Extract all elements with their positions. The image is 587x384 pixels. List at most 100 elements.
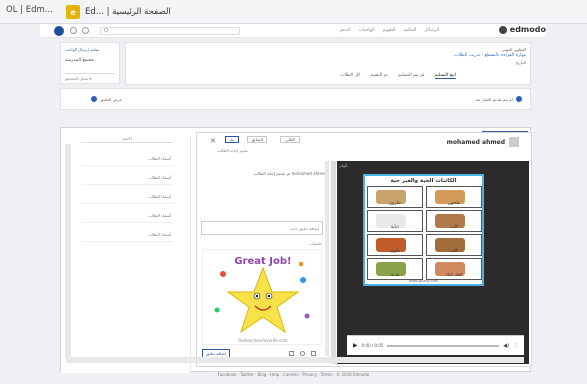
toggle-icon <box>91 96 97 102</box>
submission-tabs: كل الطلاب تم التقييم لم يتم التسليم اتبع… <box>340 73 457 79</box>
media-player: ▶ 0:00 / 0:05 ◀) ⋮ <box>347 335 524 355</box>
browser-tab-active[interactable]: e Ed... | الصفحة الرئيسية <box>66 3 171 21</box>
attach-icon[interactable] <box>289 351 294 356</box>
worksheet-cell: حلوى <box>367 234 423 256</box>
brand[interactable]: edmodo <box>498 25 546 34</box>
worksheet-cell-label: حلزون <box>388 201 402 206</box>
list-item[interactable]: أسماء الطلاب <box>81 171 173 185</box>
post-line-1: التطوير المهني <box>501 47 526 52</box>
sidebar-select-value: سجل المجتمع <box>65 76 89 81</box>
list-item[interactable]: أسماء الطلاب <box>81 209 173 223</box>
settings-icon[interactable] <box>82 27 89 34</box>
worksheet-title: الكائنات الحية والغير حية <box>390 178 457 184</box>
list-scrollbar[interactable] <box>65 144 71 359</box>
comment-text: تم تقديم إجابة الطالب mohamed ahmed <box>253 171 327 176</box>
sidebar-label: مجتمع المدرسة <box>65 58 95 63</box>
comment-input[interactable]: إضافة تعليق جديد <box>201 221 323 235</box>
tab-not-submitted[interactable]: لم يتم التسليم <box>398 73 425 79</box>
library-icon[interactable] <box>311 351 316 356</box>
post-title[interactable]: مهارة القراءة بالمقطع - تدريب الطلاب <box>454 53 526 58</box>
worksheet-cell: ذبابة <box>367 210 423 232</box>
student-list: الاسم أسماء الطلاب أسماء الطلاب أسماء ال… <box>61 136 191 373</box>
worksheet-page: الكائنات الحية والغير حية حلزون ملحون ذب… <box>347 174 524 287</box>
great-job-text: Great Job! <box>234 256 291 267</box>
post-card: التطوير المهني مهارة القراءة بالمقطع - ت… <box>125 42 531 85</box>
browser-tab-edmodo[interactable]: OL | Edm... <box>6 5 53 15</box>
browser-tab-title: Ed... | الصفحة الرئيسية <box>85 7 171 17</box>
comment-tools <box>289 351 316 356</box>
user-avatar[interactable] <box>54 26 64 36</box>
worksheet-cell-label: كلب <box>449 249 459 254</box>
left-sidebar: عملية إرسال الواجب مجتمع المدرسة سجل الم… <box>60 42 120 84</box>
edmodo-logo-icon <box>498 25 507 34</box>
more-icon[interactable]: ⋮ <box>513 343 518 349</box>
worksheet-cell-label: هدية <box>390 273 400 278</box>
worksheet-cell: ملحون <box>426 186 482 208</box>
great-job-image: Great Job! theteachersfavorite.com <box>202 249 322 345</box>
worksheet-cell-label: كلب <box>449 225 459 230</box>
toggle-label: عرض التعليق <box>100 96 123 102</box>
post-date: التاريخ <box>515 60 526 65</box>
options-row: عرض التعليق لم يتم تقديم العمل بعد <box>60 88 531 110</box>
horizontal-scrollbar[interactable] <box>66 357 524 363</box>
sidebar-link[interactable]: عملية إرسال الواجب <box>65 47 99 52</box>
done-button[interactable]: تم <box>225 136 239 143</box>
close-icon[interactable]: ✕ <box>210 137 216 145</box>
nav-item-library[interactable]: المكتبة <box>403 28 416 33</box>
notice: لم يتم تقديم العمل بعد <box>475 96 522 102</box>
search-icon: Q <box>104 28 108 34</box>
comment-column: تم تقديم إجابة الطالب mohamed ahmed إضاف… <box>199 161 329 361</box>
comment-scrollbar[interactable] <box>325 161 329 356</box>
link-icon[interactable] <box>300 351 305 356</box>
student-header: mohamed ahmed <box>447 137 519 147</box>
brand-name: edmodo <box>509 25 546 34</box>
notice-text: لم يتم تقديم العمل بعد <box>475 96 513 102</box>
worksheet-cell: كلب <box>426 210 482 232</box>
worksheet-cell: كعك كيك <box>426 258 482 280</box>
nav-item-messages[interactable]: الرسائل <box>424 28 439 33</box>
sidebar-select[interactable]: سجل المجتمع ▾ <box>65 73 115 81</box>
great-job-caption: theteachersfavorite.com <box>238 338 287 343</box>
list-item[interactable]: أسماء الطلاب <box>81 190 173 204</box>
worksheet-cell-label: ذبابة <box>390 225 400 230</box>
list-item[interactable]: أسماء الطلاب <box>81 152 173 166</box>
top-navbar: Q الدعم الواجبات التقويم المكتبة الرسائل… <box>40 24 546 38</box>
browser-tab-bar: OL | Edm... e Ed... | الصفحة الرئيسية <box>0 0 587 24</box>
worksheet-cell: كلب <box>426 234 482 256</box>
page-footer: Facebook · Twitter · Blog · Help · Caree… <box>217 372 370 377</box>
comment-toggle[interactable]: عرض التعليق <box>91 96 122 102</box>
list-item[interactable]: أسماء الطلاب <box>81 228 173 242</box>
edmodo-favicon-icon: e <box>66 5 80 19</box>
comments-label: تعليقات <box>309 241 322 246</box>
student-avatar <box>509 137 519 147</box>
player-time: 0:00 / 0:05 <box>361 343 384 348</box>
worksheet-cell-label: ملحون <box>447 201 461 206</box>
doc-corner-text: ألوان <box>339 163 348 168</box>
worksheet-cell-label: حلوى <box>389 249 401 254</box>
nav-menu: الدعم الواجبات التقويم المكتبة الرسائل <box>340 28 439 33</box>
worksheet: الكائنات الحية والغير حية حلزون ملحون ذب… <box>363 174 484 286</box>
player-progress[interactable] <box>387 344 500 347</box>
great-job-sticker: Great Job! theteachersfavorite.com <box>214 256 310 343</box>
volume-icon[interactable]: ◀) <box>503 343 509 349</box>
info-icon <box>516 96 522 102</box>
student-name: mohamed ahmed <box>446 138 505 146</box>
worksheet-cell: حلزون <box>367 186 423 208</box>
nav-item-support[interactable]: الدعم <box>340 28 351 33</box>
worksheet-footer: www.galaxy.com <box>408 279 439 283</box>
prev-button[interactable]: السابق <box>247 136 267 143</box>
home-icon[interactable] <box>70 27 77 34</box>
worksheet-cell: هدية <box>367 258 423 280</box>
grading-status: تقييم إجابة الطالب <box>217 148 248 153</box>
play-icon[interactable]: ▶ <box>353 342 358 349</box>
tab-submitted[interactable]: اتبع التسليم <box>434 73 457 79</box>
tab-all-students[interactable]: كل الطلاب <box>340 73 360 79</box>
nav-item-calendar[interactable]: التقويم <box>383 28 396 33</box>
student-list-header: الاسم <box>81 136 173 143</box>
doc-scrollbar[interactable] <box>331 161 336 364</box>
tab-graded[interactable]: تم التقييم <box>370 73 388 79</box>
next-button[interactable]: التالي <box>280 136 300 143</box>
worksheet-cell-label: كعك كيك <box>445 273 463 278</box>
search-input[interactable]: Q <box>100 27 240 35</box>
nav-item-assignments[interactable]: الواجبات <box>359 28 375 33</box>
